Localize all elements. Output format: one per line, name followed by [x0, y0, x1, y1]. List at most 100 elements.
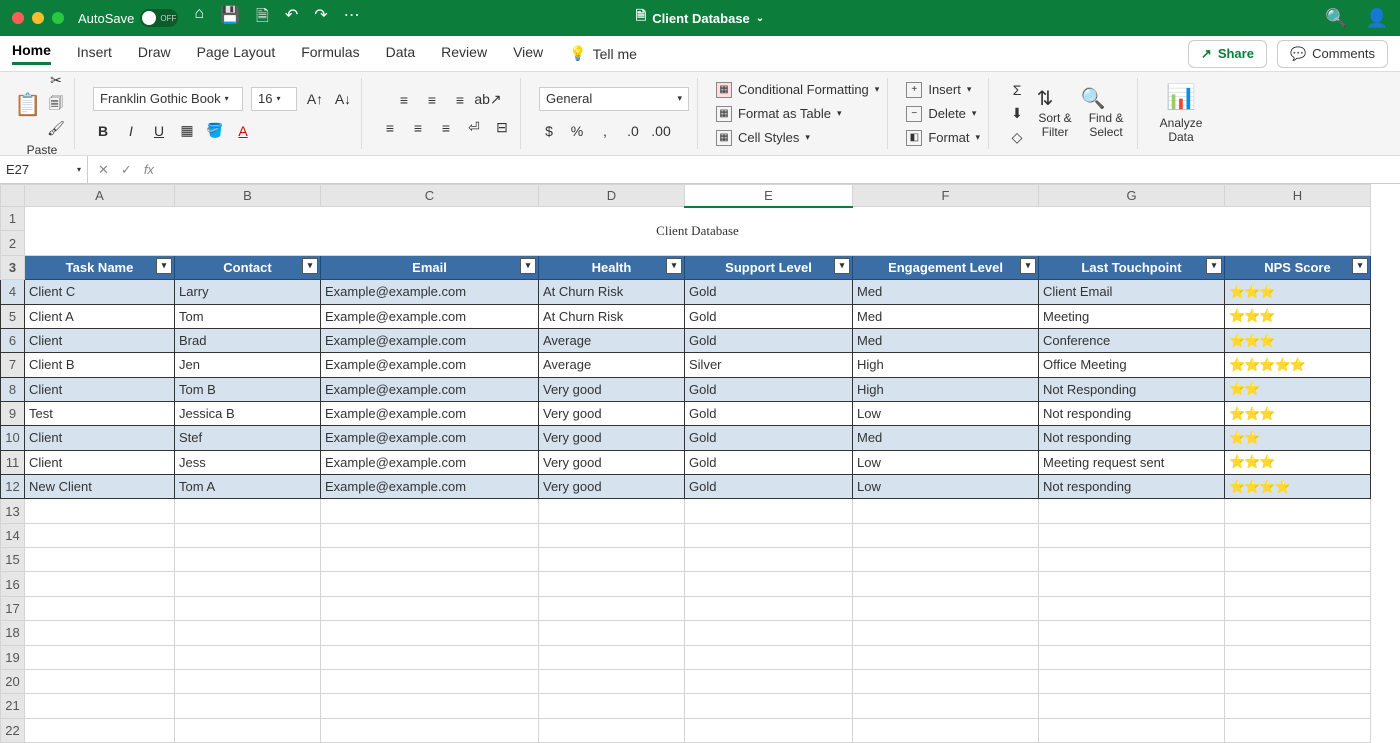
- cell[interactable]: [175, 669, 321, 693]
- cell[interactable]: [1039, 548, 1225, 572]
- tab-view[interactable]: View: [513, 44, 543, 64]
- undo-icon[interactable]: ↶: [285, 5, 298, 32]
- cell-engagement[interactable]: Med: [853, 280, 1039, 304]
- file-icon[interactable]: 🗎: [256, 5, 269, 32]
- align-bottom-icon[interactable]: ≡: [450, 90, 470, 110]
- cell-task[interactable]: Client: [25, 377, 175, 401]
- row-header-10[interactable]: 10: [1, 426, 25, 450]
- cell[interactable]: [321, 548, 539, 572]
- cell[interactable]: [321, 694, 539, 718]
- cell-task[interactable]: Client: [25, 450, 175, 474]
- cell-touchpoint[interactable]: Meeting: [1039, 304, 1225, 328]
- cell-email[interactable]: Example@example.com: [321, 328, 539, 352]
- cell-nps[interactable]: ⭐⭐: [1225, 426, 1371, 450]
- header-health[interactable]: Health▾: [539, 255, 685, 279]
- cell[interactable]: [321, 523, 539, 547]
- row-header-6[interactable]: 6: [1, 328, 25, 352]
- cell[interactable]: [853, 499, 1039, 523]
- cell-nps[interactable]: ⭐⭐⭐: [1225, 328, 1371, 352]
- cell-health[interactable]: At Churn Risk: [539, 280, 685, 304]
- increase-font-icon[interactable]: A↑: [305, 89, 325, 109]
- cell-touchpoint[interactable]: Conference: [1039, 328, 1225, 352]
- merge-icon[interactable]: ⊟: [492, 118, 512, 138]
- spreadsheet-grid[interactable]: A B C D E F G H 1 Client Database 2 3 Ta…: [0, 184, 1400, 743]
- cell-nps[interactable]: ⭐⭐⭐⭐⭐: [1225, 353, 1371, 377]
- cell-contact[interactable]: Tom A: [175, 474, 321, 498]
- autosum-icon[interactable]: Σ: [1007, 80, 1027, 100]
- cell-touchpoint[interactable]: Not Responding: [1039, 377, 1225, 401]
- cell-health[interactable]: Very good: [539, 401, 685, 425]
- row-header-13[interactable]: 13: [1, 499, 25, 523]
- col-header-c[interactable]: C: [321, 185, 539, 207]
- cell[interactable]: [685, 621, 853, 645]
- cell[interactable]: [1039, 694, 1225, 718]
- filter-icon[interactable]: ▾: [520, 258, 536, 274]
- cell-support[interactable]: Gold: [685, 450, 853, 474]
- cell-task[interactable]: New Client: [25, 474, 175, 498]
- more-icon[interactable]: ⋯: [344, 5, 360, 32]
- cell-contact[interactable]: Jess: [175, 450, 321, 474]
- header-contact[interactable]: Contact▾: [175, 255, 321, 279]
- col-header-g[interactable]: G: [1039, 185, 1225, 207]
- cell-email[interactable]: Example@example.com: [321, 450, 539, 474]
- cell[interactable]: [321, 499, 539, 523]
- cell-task[interactable]: Client: [25, 426, 175, 450]
- cell-nps[interactable]: ⭐⭐⭐: [1225, 401, 1371, 425]
- cell[interactable]: [1225, 694, 1371, 718]
- select-all-cell[interactable]: [1, 185, 25, 207]
- cell[interactable]: [1225, 718, 1371, 742]
- cell[interactable]: [853, 572, 1039, 596]
- filter-icon[interactable]: ▾: [1206, 258, 1222, 274]
- comma-icon[interactable]: ,: [595, 121, 615, 141]
- cell[interactable]: [175, 499, 321, 523]
- cell-engagement[interactable]: Low: [853, 474, 1039, 498]
- increase-decimal-icon[interactable]: .00: [651, 121, 671, 141]
- tab-data[interactable]: Data: [386, 44, 416, 64]
- cell[interactable]: [321, 718, 539, 742]
- col-header-h[interactable]: H: [1225, 185, 1371, 207]
- cell[interactable]: [1225, 548, 1371, 572]
- cell-touchpoint[interactable]: Not responding: [1039, 401, 1225, 425]
- cell[interactable]: [175, 548, 321, 572]
- analyze-data-icon[interactable]: 📊: [1166, 83, 1196, 112]
- share-button[interactable]: ↗ Share: [1188, 40, 1267, 68]
- cell-support[interactable]: Gold: [685, 280, 853, 304]
- decrease-font-icon[interactable]: A↓: [333, 89, 353, 109]
- cell-health[interactable]: Very good: [539, 377, 685, 401]
- cell-touchpoint[interactable]: Client Email: [1039, 280, 1225, 304]
- cell-support[interactable]: Gold: [685, 304, 853, 328]
- cell[interactable]: [321, 669, 539, 693]
- cell[interactable]: [321, 621, 539, 645]
- cell[interactable]: [1039, 718, 1225, 742]
- cell[interactable]: [853, 548, 1039, 572]
- clear-icon[interactable]: ◇: [1007, 128, 1027, 148]
- cell[interactable]: [1039, 523, 1225, 547]
- tell-me[interactable]: 💡 Tell me: [569, 45, 637, 62]
- document-title[interactable]: 🗎 Client Database ⌄: [636, 7, 764, 29]
- cell[interactable]: [685, 572, 853, 596]
- col-header-f[interactable]: F: [853, 185, 1039, 207]
- wrap-text-icon[interactable]: ⏎: [464, 118, 484, 138]
- align-left-icon[interactable]: ≡: [380, 118, 400, 138]
- paste-icon[interactable]: 📋: [18, 95, 38, 115]
- align-center-icon[interactable]: ≡: [408, 118, 428, 138]
- find-select-icon[interactable]: 🔍: [1083, 89, 1103, 109]
- cell-engagement[interactable]: High: [853, 353, 1039, 377]
- cell-engagement[interactable]: High: [853, 377, 1039, 401]
- cell-task[interactable]: Test: [25, 401, 175, 425]
- bold-icon[interactable]: B: [93, 121, 113, 141]
- row-header-16[interactable]: 16: [1, 572, 25, 596]
- home-icon[interactable]: ⌂: [194, 5, 204, 32]
- cell[interactable]: [539, 523, 685, 547]
- cell[interactable]: [1225, 645, 1371, 669]
- cell[interactable]: [853, 694, 1039, 718]
- row-header-15[interactable]: 15: [1, 548, 25, 572]
- cell-touchpoint[interactable]: Not responding: [1039, 474, 1225, 498]
- cell-contact[interactable]: Larry: [175, 280, 321, 304]
- filter-icon[interactable]: ▾: [1352, 258, 1368, 274]
- cell[interactable]: [175, 523, 321, 547]
- cell[interactable]: [175, 694, 321, 718]
- align-top-icon[interactable]: ≡: [394, 90, 414, 110]
- row-header-1[interactable]: 1: [1, 207, 25, 231]
- cell-engagement[interactable]: Low: [853, 450, 1039, 474]
